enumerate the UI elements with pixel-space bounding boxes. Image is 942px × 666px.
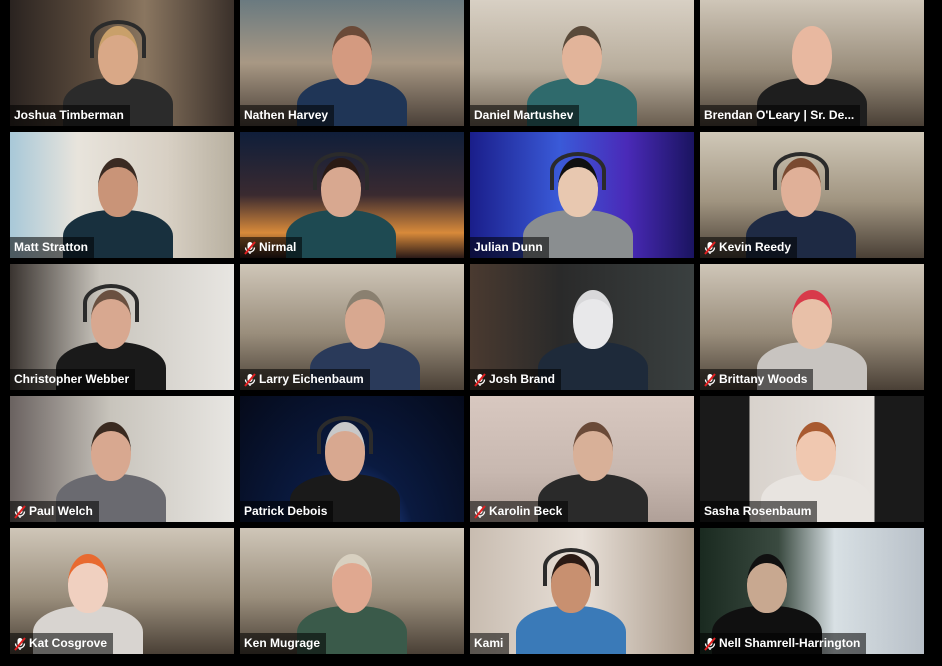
participant-name: Nell Shamrell-Harrington — [719, 636, 861, 650]
participant-name: Brendan O'Leary | Sr. De... — [704, 108, 855, 122]
participant-name-bar: Matt Stratton — [10, 237, 94, 258]
participant-name-bar: Nirmal — [240, 237, 303, 258]
participant-name: Sasha Rosenbaum — [704, 504, 812, 518]
mic-muted-icon — [704, 372, 716, 387]
participant-tile[interactable]: Julian Dunn — [470, 132, 694, 258]
mic-muted-icon — [244, 372, 256, 387]
participant-name: Nathen Harvey — [244, 108, 329, 122]
participant-tile[interactable]: Kevin Reedy — [700, 132, 924, 258]
participant-name-bar: Sasha Rosenbaum — [700, 501, 818, 522]
participant-face — [90, 422, 131, 481]
participant-name-bar: Josh Brand — [470, 369, 562, 390]
participant-name: Julian Dunn — [474, 240, 543, 254]
participant-tile[interactable]: Matt Stratton — [10, 132, 234, 258]
participant-tile[interactable]: Joshua Timberman — [10, 0, 234, 126]
participant-name-bar: Brendan O'Leary | Sr. De... — [700, 105, 861, 126]
participant-name-bar: Paul Welch — [10, 501, 99, 522]
mic-muted-icon — [474, 504, 486, 519]
mic-muted-icon — [14, 636, 26, 651]
mic-muted-icon — [704, 636, 716, 651]
headphones — [772, 152, 829, 190]
participant-name: Matt Stratton — [14, 240, 88, 254]
participant-tile[interactable]: Nell Shamrell-Harrington — [700, 528, 924, 654]
participant-name: Kevin Reedy — [719, 240, 792, 254]
participant-video — [515, 606, 626, 654]
participant-face — [332, 554, 372, 613]
headphones — [89, 20, 146, 58]
participant-name-bar: Larry Eichenbaum — [240, 369, 370, 390]
video-grid: Joshua Timberman Nathen Harvey Daniel Mart… — [0, 0, 942, 666]
participant-name: Patrick Debois — [244, 504, 328, 518]
participant-name-bar: Kat Cosgrove — [10, 633, 114, 654]
participant-name-bar: Brittany Woods — [700, 369, 814, 390]
participant-tile[interactable]: Nathen Harvey — [240, 0, 464, 126]
participant-name-bar: Julian Dunn — [470, 237, 549, 258]
participant-name: Ken Mugrage — [244, 636, 321, 650]
participant-face — [345, 290, 386, 349]
participant-name: Kami — [474, 636, 504, 650]
participant-tile[interactable]: Daniel Martushev — [470, 0, 694, 126]
participant-tile[interactable]: Kat Cosgrove — [10, 528, 234, 654]
participant-name-bar: Kami — [470, 633, 510, 654]
participant-tile[interactable]: Christopher Webber — [10, 264, 234, 390]
participant-tile[interactable]: Brendan O'Leary | Sr. De... — [700, 0, 924, 126]
participant-name: Kat Cosgrove — [29, 636, 108, 650]
participant-tile[interactable]: Sasha Rosenbaum — [700, 396, 924, 522]
participant-face — [97, 158, 138, 217]
participant-name: Larry Eichenbaum — [259, 372, 364, 386]
mic-muted-icon — [14, 504, 26, 519]
participant-name-bar: Patrick Debois — [240, 501, 334, 522]
participant-name-bar: Joshua Timberman — [10, 105, 130, 126]
participant-name: Christopher Webber — [14, 372, 130, 386]
participant-face — [792, 26, 832, 85]
participant-tile[interactable]: Josh Brand — [470, 264, 694, 390]
headphones — [317, 416, 374, 454]
participant-face — [796, 422, 837, 481]
participant-tile[interactable]: Nirmal — [240, 132, 464, 258]
participant-name: Karolin Beck — [489, 504, 563, 518]
mic-muted-icon — [474, 372, 486, 387]
participant-name-bar: Ken Mugrage — [240, 633, 327, 654]
participant-name: Daniel Martushev — [474, 108, 574, 122]
participant-face — [573, 290, 614, 349]
participant-name-bar: Nathen Harvey — [240, 105, 335, 126]
participant-name: Joshua Timberman — [14, 108, 124, 122]
headphones — [542, 548, 599, 586]
participant-tile[interactable]: Kami — [470, 528, 694, 654]
participant-face — [792, 290, 832, 349]
headphones — [312, 152, 369, 190]
participant-name: Josh Brand — [489, 372, 556, 386]
participant-tile[interactable]: Patrick Debois — [240, 396, 464, 522]
mic-muted-icon — [244, 240, 256, 255]
participant-face — [562, 26, 602, 85]
participant-name-bar: Kevin Reedy — [700, 237, 798, 258]
participant-name-bar: Karolin Beck — [470, 501, 569, 522]
participant-tile[interactable]: Ken Mugrage — [240, 528, 464, 654]
participant-face — [573, 422, 614, 481]
participant-name-bar: Christopher Webber — [10, 369, 136, 390]
participant-name: Brittany Woods — [719, 372, 808, 386]
participant-tile[interactable]: Brittany Woods — [700, 264, 924, 390]
mic-muted-icon — [704, 240, 716, 255]
participant-name: Nirmal — [259, 240, 297, 254]
participant-name-bar: Daniel Martushev — [470, 105, 580, 126]
headphones — [549, 152, 606, 190]
participant-face — [332, 26, 372, 85]
participant-name: Paul Welch — [29, 504, 93, 518]
headphones — [82, 284, 139, 322]
participant-tile[interactable]: Karolin Beck — [470, 396, 694, 522]
participant-face — [747, 554, 788, 613]
participant-name-bar: Nell Shamrell-Harrington — [700, 633, 867, 654]
participant-tile[interactable]: Paul Welch — [10, 396, 234, 522]
participant-tile[interactable]: Larry Eichenbaum — [240, 264, 464, 390]
participant-face — [68, 554, 109, 613]
